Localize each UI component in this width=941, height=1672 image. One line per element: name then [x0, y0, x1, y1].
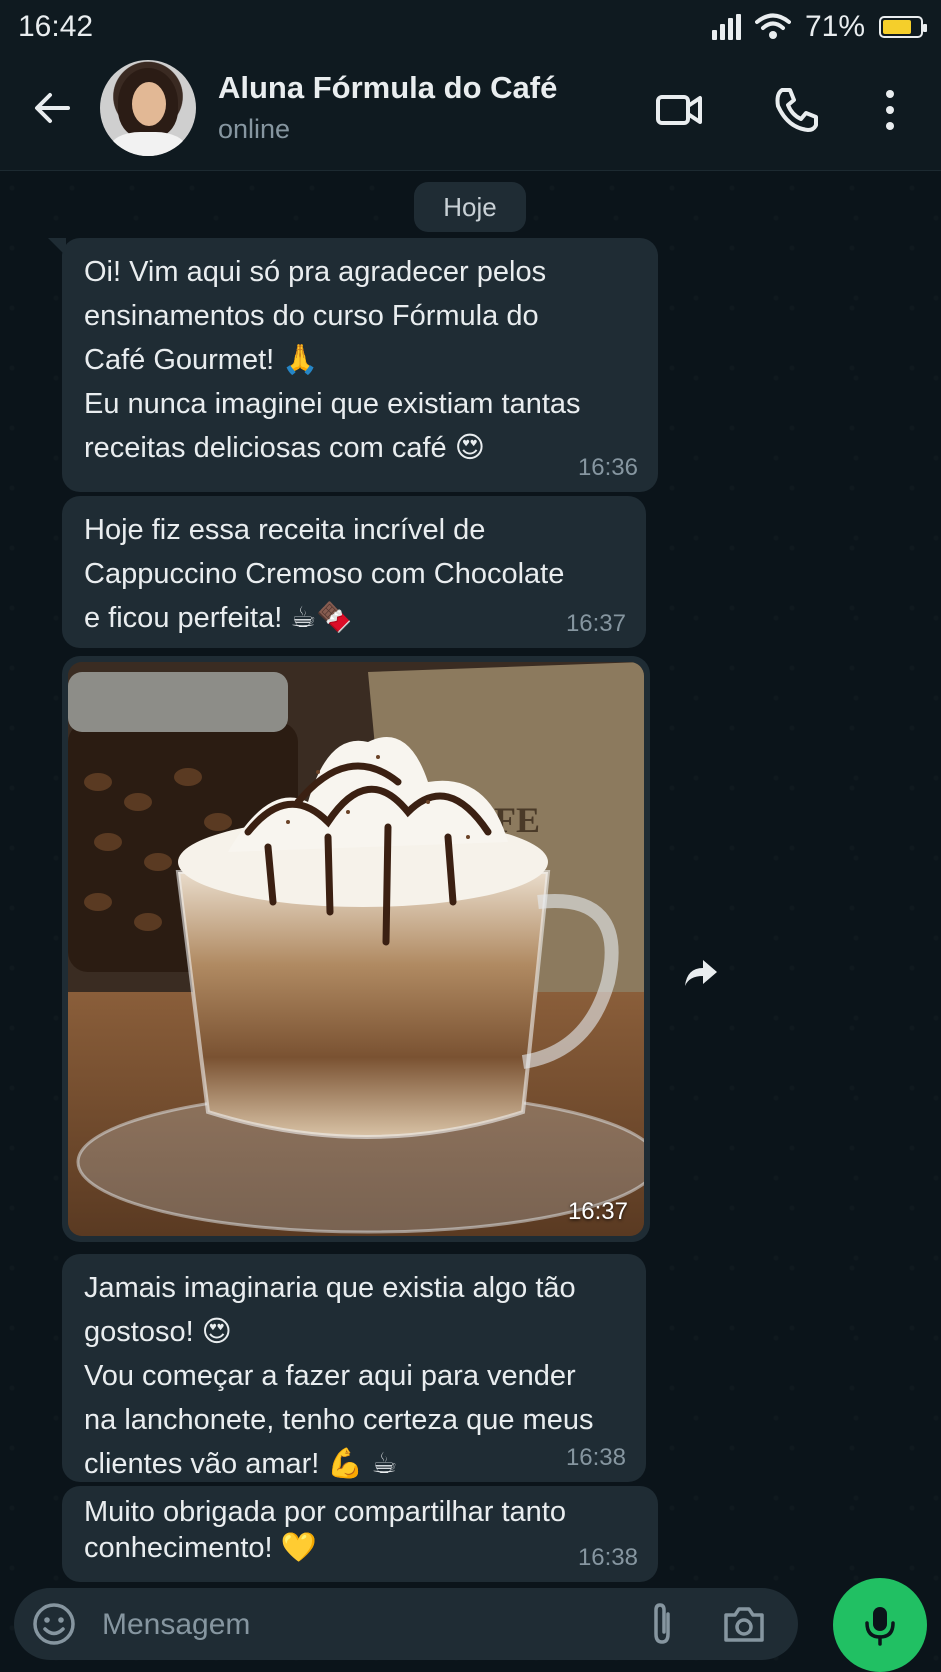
- message-time: 16:36: [577, 454, 638, 481]
- forward-arrow-icon: [685, 960, 717, 986]
- attach-icon[interactable]: [638, 1600, 686, 1648]
- message-text: Oi! Vim aqui só pra agradecer pelos ensi…: [84, 256, 581, 464]
- more-options-icon[interactable]: [864, 84, 916, 136]
- battery-icon: [879, 16, 927, 38]
- cappuccino-photo[interactable]: AFE 16:37: [68, 662, 644, 1236]
- message-time: 16:37: [565, 610, 626, 637]
- signal-icon: [711, 14, 741, 40]
- chat-header: Aluna Fórmula do Café online: [0, 54, 941, 171]
- back-arrow-icon[interactable]: [28, 84, 76, 132]
- message-bubble[interactable]: Hoje fiz essa receita incrível de Cappuc…: [62, 496, 646, 648]
- contact-name[interactable]: Aluna Fórmula do Café: [218, 70, 557, 106]
- message-bubble[interactable]: Jamais imaginaria que existia algo tão g…: [62, 1254, 646, 1482]
- contact-status: online: [218, 114, 291, 144]
- status-bar: 16:42 71%: [0, 0, 941, 54]
- mic-icon: [865, 1607, 895, 1646]
- camera-icon[interactable]: [720, 1600, 768, 1648]
- battery-percent: 71%: [804, 10, 865, 43]
- message-input[interactable]: [100, 1598, 624, 1652]
- image-time: 16:37: [567, 1198, 628, 1225]
- status-time: 16:42: [18, 10, 94, 43]
- message-composer: [14, 1588, 798, 1660]
- mic-button[interactable]: [833, 1578, 927, 1672]
- message-text: Jamais imaginaria que existia algo tão g…: [84, 1272, 594, 1480]
- message-text: Hoje fiz essa receita incrível de Cappuc…: [84, 514, 565, 634]
- message-bubble[interactable]: Muito obrigada por compartilhar tanto co…: [62, 1486, 658, 1582]
- message-text: Muito obrigada por compartilhar tanto co…: [84, 1496, 566, 1564]
- date-chip: Hoje: [414, 182, 526, 232]
- emoji-icon[interactable]: [30, 1600, 78, 1648]
- message-time: 16:38: [577, 1544, 638, 1571]
- avatar[interactable]: [100, 60, 196, 156]
- forward-button[interactable]: [676, 948, 726, 998]
- image-message[interactable]: AFE 16:37: [62, 656, 650, 1242]
- phone-icon[interactable]: [770, 84, 822, 136]
- wifi-icon: [754, 13, 791, 39]
- cappuccino-illustration: AFE: [68, 662, 644, 1236]
- status-indicators: 71%: [711, 10, 927, 44]
- message-bubble[interactable]: Oi! Vim aqui só pra agradecer pelos ensi…: [48, 238, 658, 492]
- video-call-icon[interactable]: [654, 84, 706, 136]
- message-time: 16:38: [565, 1444, 626, 1471]
